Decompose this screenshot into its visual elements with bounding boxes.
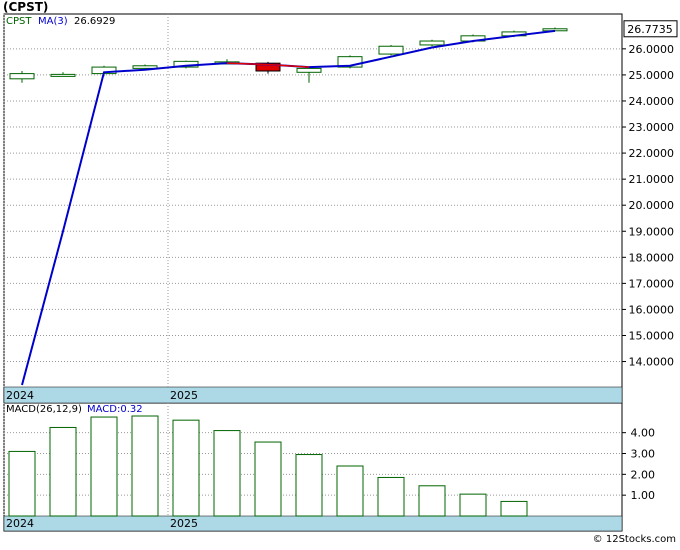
macd-tick-label: 2.00 xyxy=(631,468,656,481)
macd-bar xyxy=(213,430,241,517)
macd-bar xyxy=(131,415,159,517)
macd-bar xyxy=(295,454,323,517)
macd-tick-label: 3.00 xyxy=(631,448,656,461)
price-tick-label: 21.0000 xyxy=(629,173,675,186)
candle-body xyxy=(9,73,35,80)
price-tick-label: 20.0000 xyxy=(629,199,675,212)
macd-bar xyxy=(90,416,118,517)
candle-body xyxy=(542,28,568,32)
price-tick-label: 14.0000 xyxy=(629,356,675,369)
candle-body xyxy=(378,45,404,55)
watermark: © 12Stocks.com xyxy=(593,534,676,545)
last-price-label: 26.7735 xyxy=(627,23,673,36)
price-tick-label: 24.0000 xyxy=(629,95,675,108)
price-year-label: 2025 xyxy=(170,389,198,402)
candle-body xyxy=(50,73,76,77)
price-tick-label: 18.0000 xyxy=(629,251,675,264)
macd-bar xyxy=(172,419,200,517)
macd-bar xyxy=(49,426,77,517)
page-title: (CPST) xyxy=(3,0,49,14)
price-tick-label: 16.0000 xyxy=(629,303,675,316)
macd-bar xyxy=(8,450,36,517)
price-tick-label: 23.0000 xyxy=(629,121,675,134)
price-tick-label: 26.0000 xyxy=(629,43,675,56)
price-tick-label: 17.0000 xyxy=(629,277,675,290)
macd-bar xyxy=(254,441,282,517)
price-tick-label: 15.0000 xyxy=(629,329,675,342)
stock-chart: 14.0000 15.0000 16.0000 17.0000 18.0000 19.00… xyxy=(3,13,678,545)
chart-stage: (CPST) 14.0000 15.0000 16.0000 17.0000 18.00… xyxy=(0,0,680,546)
macd-year-band xyxy=(3,515,623,532)
macd-year-label: 2024 xyxy=(6,517,34,530)
macd-year-label: 2025 xyxy=(170,517,198,530)
legend-ma-value: 26.6929 xyxy=(74,16,115,27)
macd-bar xyxy=(377,476,405,517)
price-tick-label: 25.0000 xyxy=(629,69,675,82)
legend-symbol: CPST xyxy=(6,16,32,27)
macd-bar xyxy=(500,500,528,517)
legend-ma-label: MA(3) xyxy=(38,16,68,27)
price-year-label: 2024 xyxy=(6,389,34,402)
macd-tick-label: 4.00 xyxy=(631,427,656,440)
macd-bar xyxy=(459,493,487,517)
price-year-band xyxy=(3,386,623,404)
macd-tick-label: 1.00 xyxy=(631,489,656,502)
price-tick-label: 19.0000 xyxy=(629,225,675,238)
macd-bar xyxy=(336,465,364,517)
macd-legend-value: MACD:0.32 xyxy=(87,404,143,415)
macd-bar xyxy=(418,485,446,517)
macd-legend-label: MACD(26,12,9) xyxy=(6,404,82,415)
price-tick-label: 22.0000 xyxy=(629,147,675,160)
candle-body xyxy=(296,67,322,73)
candle-body xyxy=(419,40,445,46)
